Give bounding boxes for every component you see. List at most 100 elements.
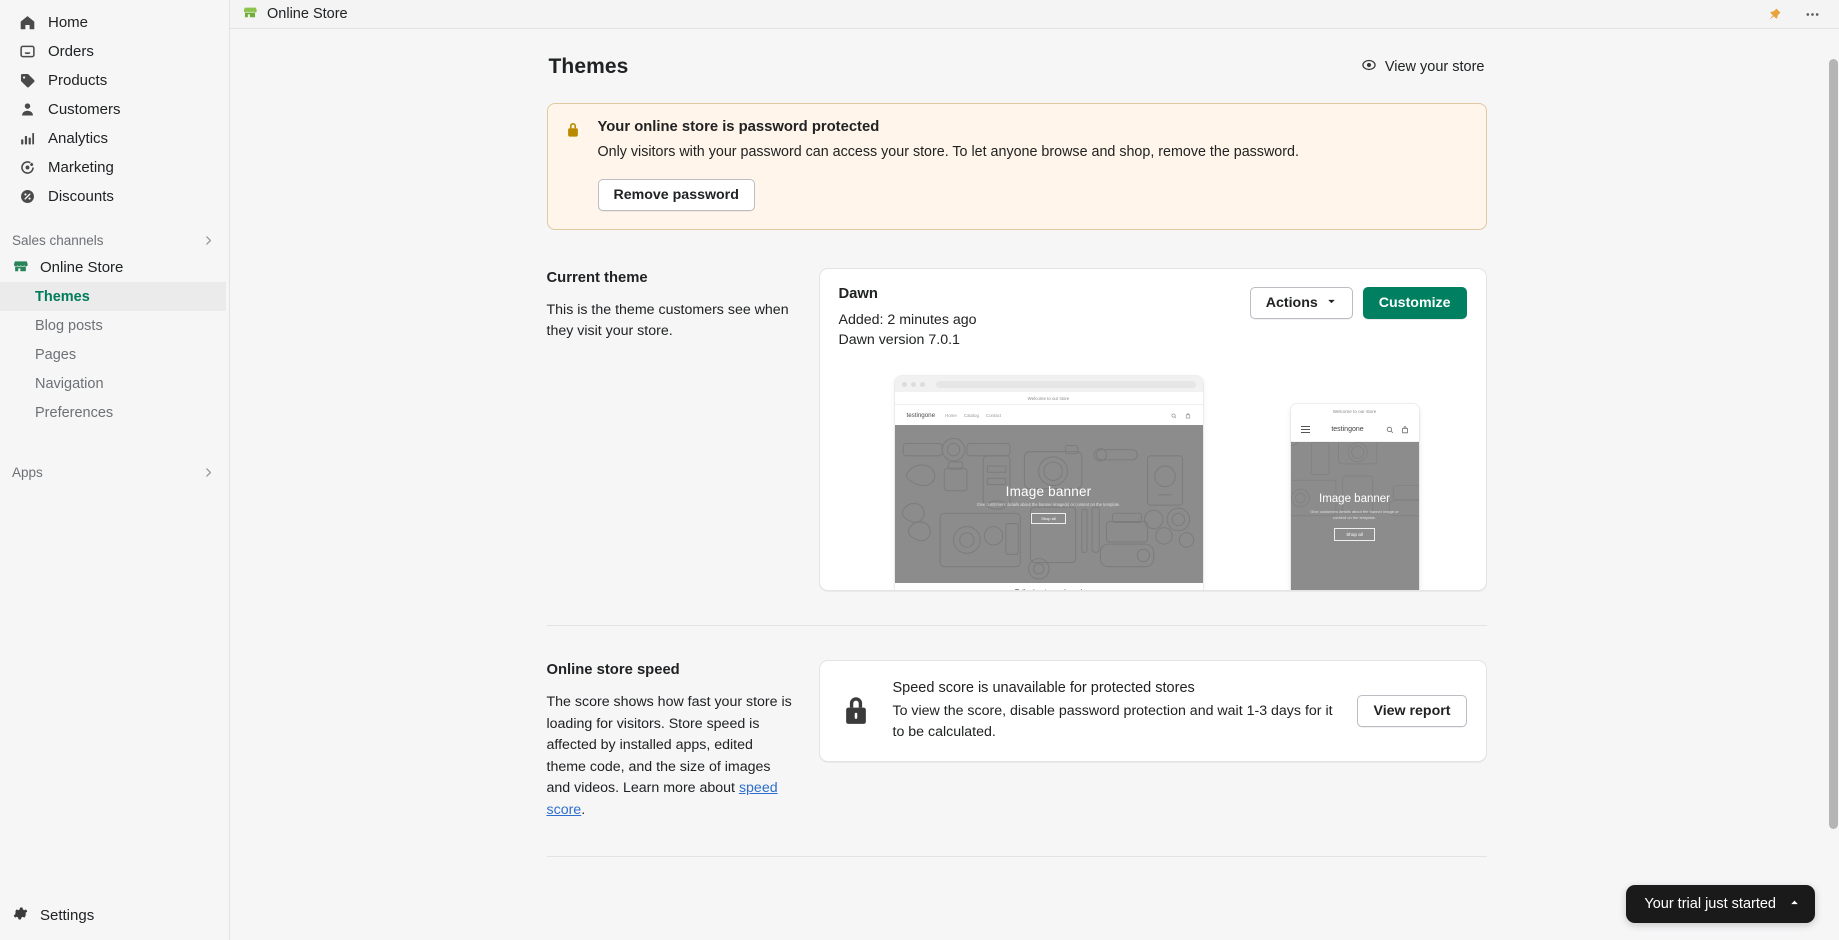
gear-icon	[12, 905, 29, 926]
theme-actions: Actions Customize	[1249, 286, 1467, 319]
preview-nav-link: Contact	[985, 412, 1002, 418]
view-your-store-label: View your store	[1384, 59, 1485, 75]
browser-chrome	[894, 376, 1203, 393]
sidebar-item-marketing[interactable]: Marketing	[6, 153, 223, 182]
sidebar-section-apps[interactable]: Apps	[0, 459, 229, 485]
pin-icon[interactable]	[1767, 7, 1782, 22]
sidebar-subitem-label: Preferences	[35, 404, 114, 421]
preview-storefront-nav: testingone Home Catalog Contact	[895, 405, 1203, 425]
preview-mobile-nav: testingone	[1290, 418, 1419, 443]
preview-hero-button: Shop all	[1031, 513, 1066, 525]
page-header: Themes View your store	[547, 55, 1487, 79]
apps-label: Apps	[12, 464, 43, 480]
current-theme-section: Current theme This is the theme customer…	[546, 267, 1487, 627]
home-icon	[18, 13, 37, 32]
store-speed-description: The score shows how fast your store is l…	[547, 692, 795, 821]
sidebar-item-orders[interactable]: Orders	[6, 37, 223, 66]
analytics-bars-icon	[18, 129, 37, 148]
page-title: Themes	[548, 55, 629, 78]
banner-title: Your online store is password protected	[597, 119, 880, 135]
sidebar-item-pages[interactable]: Pages	[0, 340, 226, 369]
chevron-right-icon	[202, 466, 215, 479]
topbar-store[interactable]: Online Store	[242, 4, 348, 24]
sidebar-item-blog-posts[interactable]: Blog posts	[0, 311, 226, 340]
view-report-button[interactable]: View report	[1357, 695, 1467, 728]
sidebar-section-sales-channels[interactable]: Sales channels	[0, 227, 229, 253]
chevron-down-icon	[1326, 295, 1337, 311]
preview-nav-icons	[1171, 406, 1191, 424]
customers-person-icon	[18, 100, 37, 119]
sidebar-item-label: Orders	[48, 43, 94, 60]
sidebar-item-navigation[interactable]: Navigation	[0, 369, 226, 398]
search-icon	[1171, 406, 1177, 424]
sidebar-item-settings[interactable]: Settings	[0, 900, 229, 930]
preview-nav-links: Home Catalog Contact	[945, 413, 1001, 418]
preview-footer-text: Talk about your brand	[1015, 589, 1082, 590]
theme-preview-mobile: Welcome to our store testingone Image ba…	[1290, 404, 1419, 591]
speed-card-title: Speed score is unavailable for protected…	[892, 680, 1195, 697]
more-horizontal-icon[interactable]	[1804, 6, 1821, 23]
theme-preview-desktop: Welcome to our store testingone Home Cat…	[894, 376, 1203, 591]
browser-dot-minimize-icon	[910, 381, 916, 387]
current-theme-description: This is the theme customers see when the…	[546, 301, 789, 340]
sidebar-item-home[interactable]: Home	[6, 8, 223, 37]
sidebar-subitem-label: Navigation	[35, 375, 104, 392]
sidebar: Home Orders Products Customers Analytics	[0, 0, 230, 940]
sidebar-subitem-label: Pages	[35, 346, 77, 363]
sidebar-item-label: Customers	[48, 101, 121, 118]
trial-status-banner[interactable]: Your trial just started	[1626, 885, 1815, 923]
sidebar-settings-label: Settings	[40, 906, 95, 924]
lock-closed-icon	[839, 694, 873, 728]
sidebar-item-analytics[interactable]: Analytics	[6, 124, 223, 153]
sidebar-item-themes[interactable]: Themes	[0, 282, 226, 311]
speed-card-body: Speed score is unavailable for protected…	[893, 680, 1338, 742]
lock-icon	[564, 119, 584, 211]
preview-nav-link: Home	[945, 412, 957, 418]
remove-password-button[interactable]: Remove password	[597, 178, 755, 211]
preview-mobile-hero-subtitle: Give customers details about the banner …	[1310, 508, 1399, 520]
theme-preview[interactable]: Welcome to our store testingone Home Cat…	[820, 366, 1486, 591]
sidebar-subitem-label: Blog posts	[35, 317, 103, 334]
preview-announcement-bar: Welcome to our store	[894, 392, 1203, 406]
preview-mobile-hero-button: Shop all	[1334, 527, 1375, 541]
sidebar-item-preferences[interactable]: Preferences	[0, 398, 226, 427]
topbar-actions	[1767, 6, 1821, 23]
sidebar-item-label: Products	[48, 72, 108, 89]
theme-card: Dawn Added: 2 minutes ago Dawn version 7…	[818, 267, 1487, 592]
main-area: Online Store Themes View your store Your…	[230, 0, 1839, 940]
topbar-store-label: Online Store	[267, 6, 348, 22]
sidebar-item-online-store[interactable]: Online Store	[0, 253, 229, 282]
store-speed-section: Online store speed The score shows how f…	[546, 660, 1487, 857]
sidebar-item-label: Home	[48, 14, 89, 31]
password-protected-banner: Your online store is password protected …	[546, 103, 1487, 230]
shopify-admin-app: Home Orders Products Customers Analytics	[0, 0, 1839, 940]
sidebar-item-discounts[interactable]: Discounts	[6, 182, 223, 211]
theme-meta: Dawn Added: 2 minutes ago Dawn version 7…	[839, 286, 1250, 350]
actions-button-label: Actions	[1265, 294, 1318, 311]
customize-button[interactable]: Customize	[1362, 286, 1467, 319]
chevron-right-icon	[202, 234, 215, 247]
banner-body: Your online store is password protected …	[597, 119, 1299, 211]
theme-card-header: Dawn Added: 2 minutes ago Dawn version 7…	[820, 269, 1486, 350]
current-theme-card-wrap: Dawn Added: 2 minutes ago Dawn version 7…	[818, 267, 1487, 592]
actions-dropdown-button[interactable]: Actions	[1249, 286, 1353, 319]
theme-added: Added: 2 minutes ago	[838, 311, 977, 328]
preview-mobile-hero: Image banner Give customers details abou…	[1290, 442, 1419, 591]
sidebar-item-customers[interactable]: Customers	[6, 95, 223, 124]
sidebar-item-products[interactable]: Products	[6, 66, 223, 95]
shop-icon	[242, 4, 258, 24]
view-your-store-link[interactable]: View your store	[1361, 57, 1485, 77]
sidebar-channel-label: Online Store	[40, 259, 124, 276]
topbar: Online Store	[230, 0, 1839, 29]
marketing-target-icon	[18, 158, 37, 177]
cart-icon	[1401, 421, 1409, 439]
orders-inbox-icon	[18, 42, 37, 61]
browser-dot-close-icon	[901, 381, 907, 387]
preview-hero-subtitle: Give customers details about the banner …	[976, 502, 1121, 508]
trial-label: Your trial just started	[1644, 896, 1776, 912]
themes-page: Themes View your store Your online store…	[546, 29, 1487, 857]
store-speed-desc-period: .	[581, 801, 586, 818]
preview-mobile-icons	[1386, 421, 1409, 439]
vertical-scrollbar[interactable]	[1829, 59, 1838, 829]
